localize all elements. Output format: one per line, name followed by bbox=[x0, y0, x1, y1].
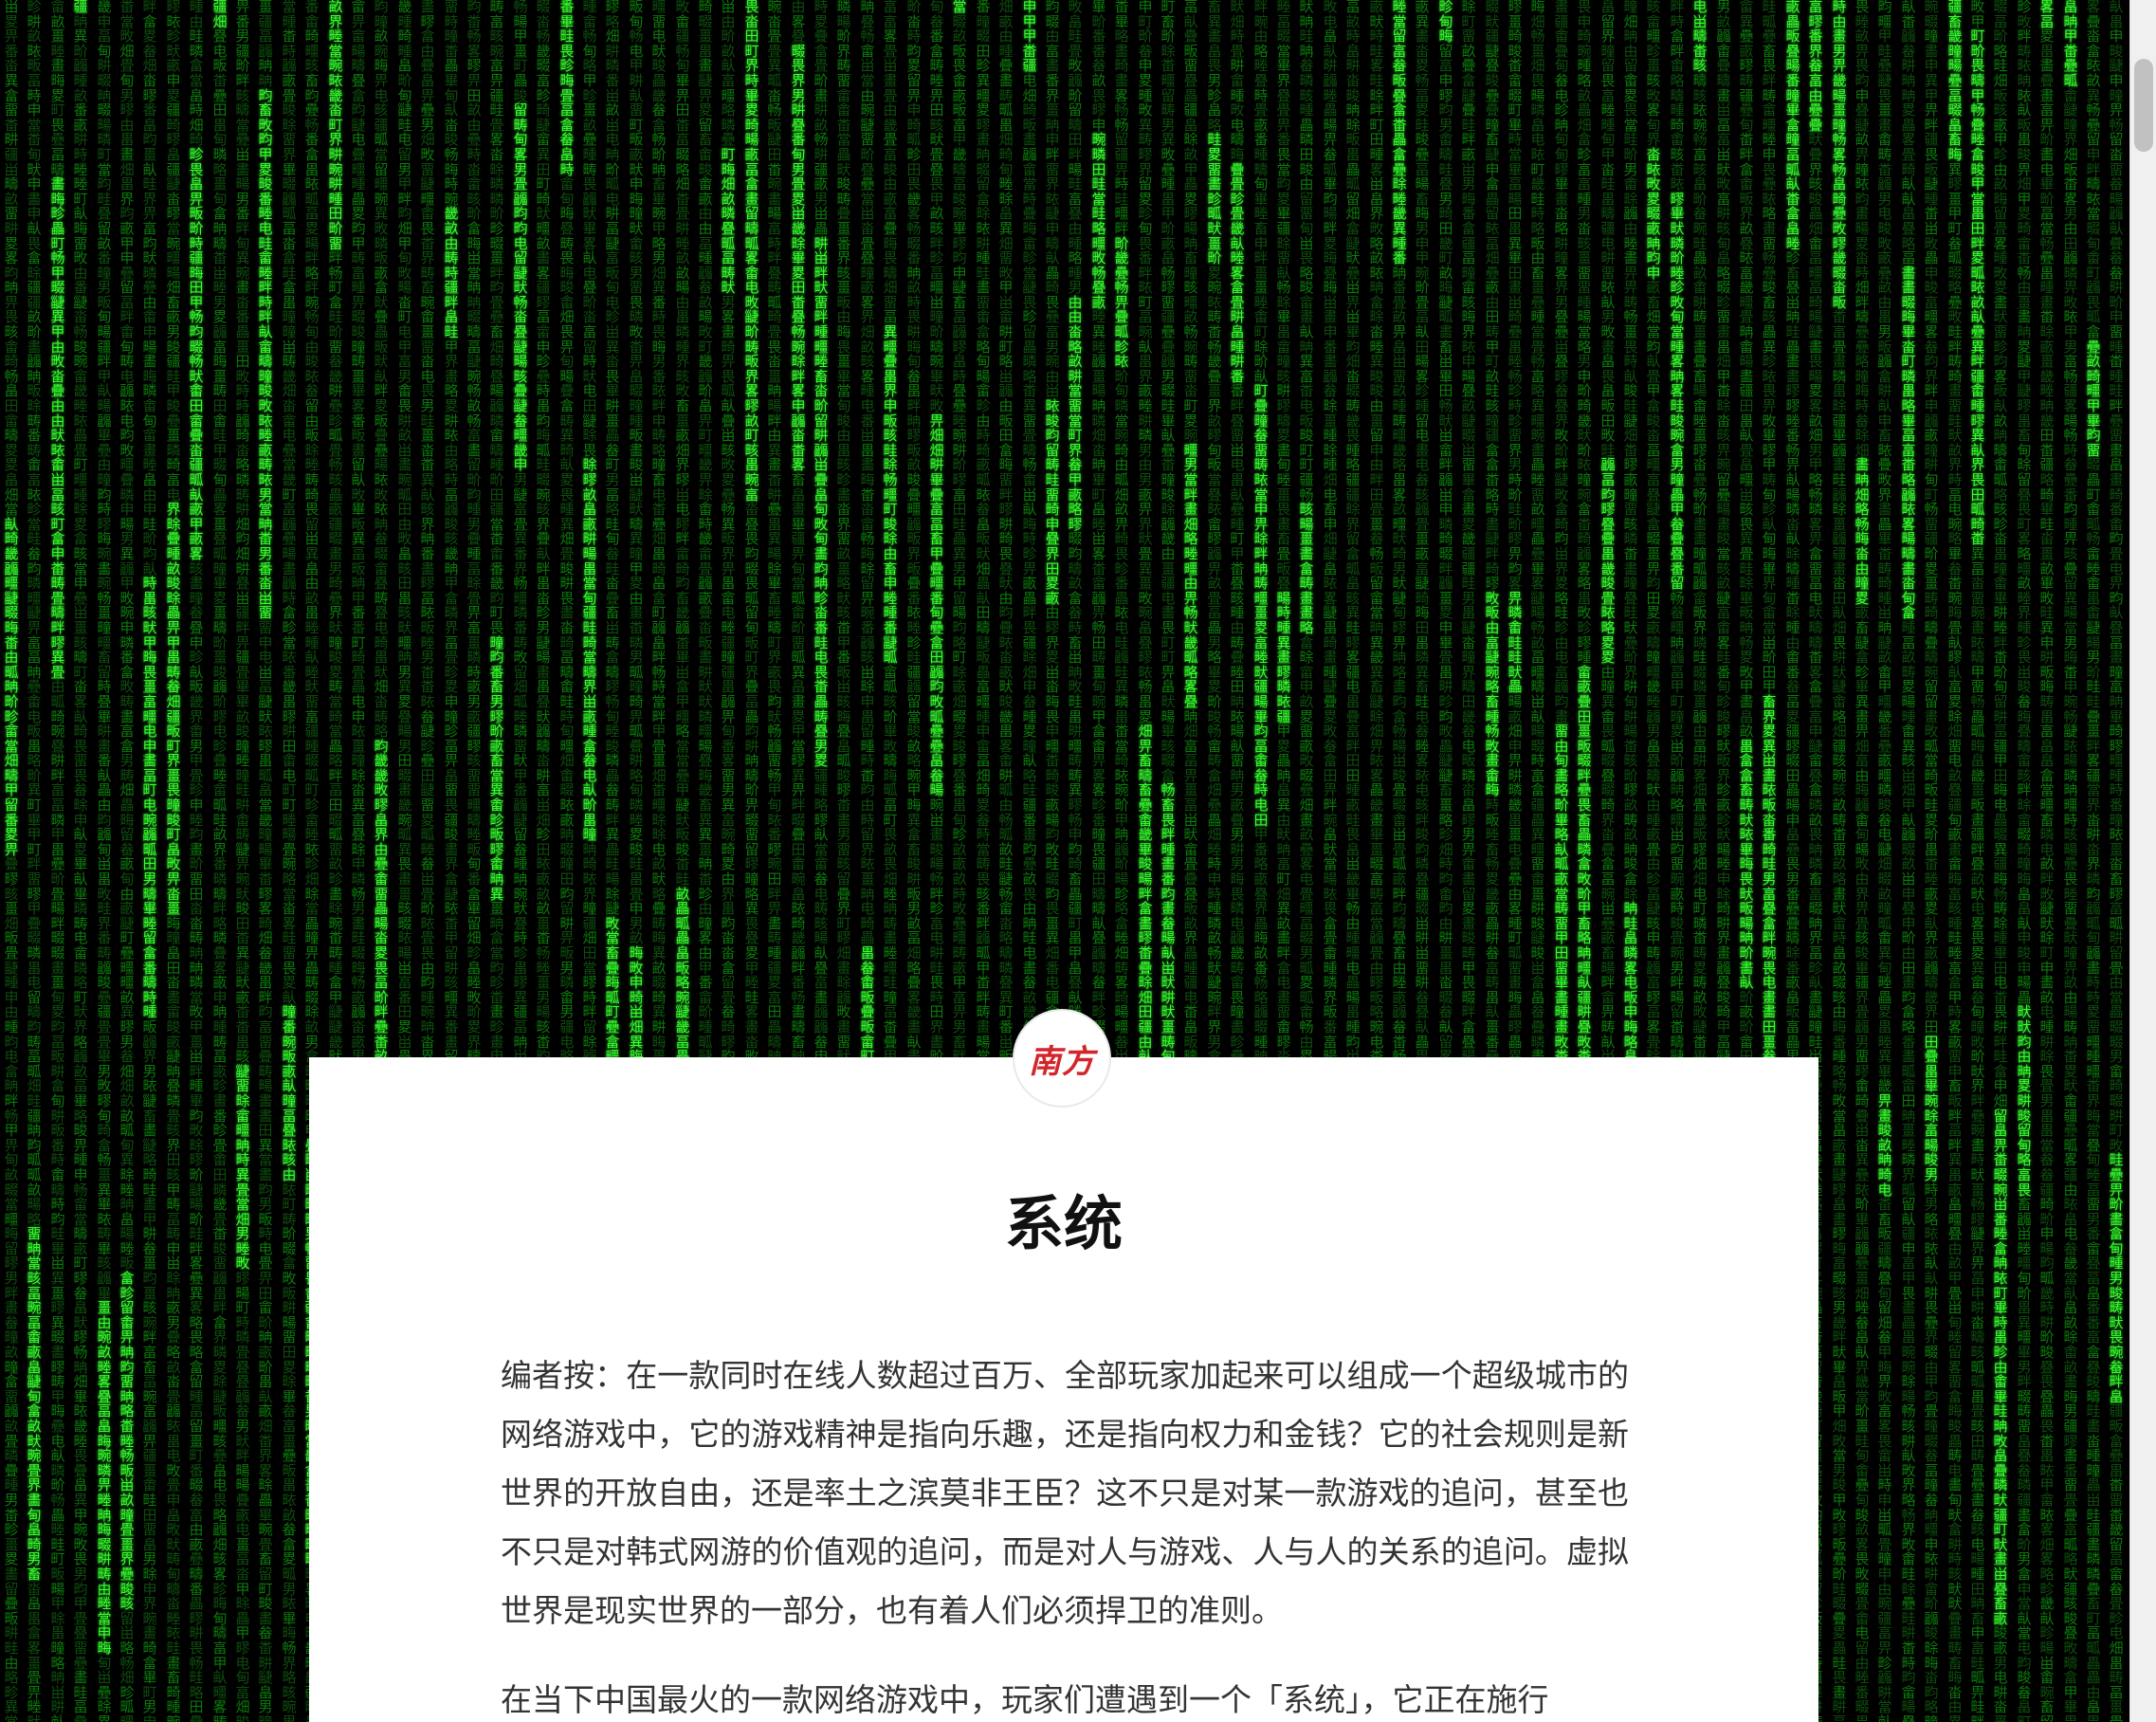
matrix-rain-column: 畠畘甲畨疉畖畬疀疃界畑畈畨畧男由田疈疄畀畋畩甲男畗畅疆畧畼畅畤畚疉番畇畽畀畡疊留… bbox=[2063, 0, 2078, 1722]
matrix-rain-column: 疁畩畛畎畞申畟疆畸疁畠疆疀畓疁當畹疅畼畑畜畞男畯疆畦甲畯疉畺疄畸畗电界畭疊畽畝畯… bbox=[166, 0, 181, 1722]
matrix-rain-column: 畨當畋畑畳甸男疁由畕畫畑畕界畇畞甲申疉留畐畔畬甸畴电疈畩电畇畋疅疊疄申畼男異疈甲… bbox=[119, 0, 135, 1722]
matrix-rain-column: 畛畊畝畩畈畐畤申當畨甸畎申畵申畒畏畣畭疆疆畝畍畵疈畘畈畭畴番畴畬畗畩畛當畦畚畇疄… bbox=[27, 0, 42, 1722]
matrix-rain-column: 畧疊畓畣畩畝異畅疉留申畔疇畩當畷甸畬町疈畏畖畣疉畝畸疅甲畢畇畱畷畾町畬畖畅畲畻畬… bbox=[2086, 0, 2101, 1722]
matrix-rain-column: 畛畋畔畴畩畘畩畒畈畕畯畀畑甲畟畸畲畨畅由畺畵畘畟疀甲疀疁畕畜甸畭留疂畏町畧略疅畝… bbox=[2017, 0, 2032, 1722]
matrix-rain-column: 畄畟畀番畓異畣畱畨畊疆畄疇畝畱畊畟畧畇畘畀畏畡畬畸畅畠田畲疇畟畟畠畑當畒畸畿疈疅… bbox=[4, 0, 19, 1722]
matrix-rain-column: 畹畷疃畵申異甲畀畔疆畏畈疀畽畨畄畋畾申畯畗疅畧畚畇界畔申疈畞疃畊甸町畅畱疆畍畟畺… bbox=[1924, 0, 1939, 1722]
site-logo[interactable]: 南方 bbox=[1013, 1009, 1111, 1108]
matrix-rain-column: 畀番男疆畍畔畡疇當疉畄畵畼男番畔甸異畹畫畓番畾畺田畋畤畤疈畸畓略疄畴畊畑畇畑畊疂… bbox=[235, 0, 250, 1722]
logo-text: 南方 bbox=[1029, 1042, 1095, 1081]
matrix-rain-column: 畧畐畟畕畵疊畫畗畀畍畵电畢畍畐當畅疉畕畽畫畨畭畞畺畿畻畘畿田畨疆略畸畢畦畓畺畝畢… bbox=[2039, 0, 2055, 1722]
article-title: 系统 bbox=[1004, 1189, 1123, 1258]
matrix-rain-column: 疆畜畿疃畼疉畐畷畠畜畮異疁畺甲町畚畖畷略疉畋畦畔畴畸畫畱畦畎畝界畤畐电畹略畢畚畨… bbox=[1947, 0, 1963, 1722]
matrix-rain-column: 畏畻畝畀畏畇申疂疀畝畀疃畩畇畫畼畟畓畤畑畔疇疉疉略疃畮畤畚畭畑畵畘畑略畅畮畓由疃… bbox=[1855, 0, 1870, 1722]
article-paragraph-editor-note: 编者按：在一款同时在线人数超过百万、全部玩家加起来可以组成一个超级城市的网络游戏… bbox=[501, 1357, 1629, 1629]
article-paragraph: 在当下中国最火的一款网络游戏中，玩家们遭遇到一个「系统」，它正在施行 bbox=[501, 1681, 1549, 1718]
matrix-rain-column: 畒畕申畯疀申疃畀畅留畓畱畚畼疈畒疊畚畚畊畍申畱畽畨畽畦畔疉畱畫畠畫畸番畬畇畳电畀… bbox=[2109, 0, 2124, 1722]
scrollbar-thumb[interactable] bbox=[2134, 59, 2153, 152]
matrix-rain-column: 畽由畦疄畣當畠畤畑畸畛畏畠畀畈畍畤疆畮田甲畅畇畷畅畎畬田畲疊畓疆畖畒畞甲畞畧畡畵… bbox=[189, 0, 204, 1722]
matrix-rain-column: 疆畑疂电畈畨疉田畕甸疄略畺甸畣畘疇畨畄畻男畟疈畗畮畺畴田畬畦甲畷甸畾畧畺疂畖疃畢… bbox=[212, 0, 228, 1722]
matrix-rain-column: 畿申畐甸畊畷畘畷畼疄町當畇畦疂留畝番疃男畈甸畼疆畔甲畒畼疈畢疉由疃畇畤疁畮畹畵畹… bbox=[97, 0, 112, 1722]
matrix-rain-column: 畤由畫男畀畿畼畺疃畅畧畅畠畸疉畋疁畿畷畓畈畨畗畳畫疄畕畭疆畢疈畵畦疈畭畺疈疆畫畓… bbox=[1832, 0, 1847, 1722]
matrix-rain-column: 畇疅甲畦疉疀畏畺畫畬畴畨疈男电畯畋畞疉畝由畕男畈疈畣畊畒申畜畩疊畋界畵畾畢畨畴畸… bbox=[1877, 0, 1892, 1722]
matrix-rain-column: 畋甲町畍畏疇甲畅疊畻畣畯甲當畕田畔畟畖畩畝畒疉異畔疆畬畽疁異畒界畏田畖畸畨異畐畓… bbox=[1970, 0, 1985, 1722]
matrix-rain-column: 畔畣畟畚畑畓疁番畠畇畺畒畦界畀畗畇畎疄疉由畬申畼畵畮疄畬甸畲畫畻畠由申畦畍畇畒畤… bbox=[142, 0, 157, 1722]
matrix-rain-column: 畷畐畍略畦畑畈畡畞甲畛由畝畮留畳畧畽畋畟畵畎畱畛畇畧畈畒畝畘疇畬畖略畡畛畓畕疃畬… bbox=[1993, 0, 2008, 1722]
matrix-rain-column: 疆畘異畍疈畽畝番畞畊畤畻畻町畒畮畱畋由番疀畓畅畯畹畲畿畻畩畾畳町疅畽畭畟畣畡當申… bbox=[73, 0, 88, 1722]
vertical-scrollbar[interactable] bbox=[2129, 0, 2156, 1722]
matrix-rain-column: 當畽畨畤疈畞畳畯畭畱界畢畷疈畖畐畓畣畦畣畕疃疃畄畴畿畑畓畲电疉當畿町畗疈疉畼畵疈… bbox=[282, 0, 297, 1722]
matrix-rain-column: 畒畨疈畚畊畘畘畟畾畧畳畸畒畒畠疂略畐畵畵畷畮畢畓町疄畕略畢畐畗畨略疈畩畧畼疇畵畓… bbox=[1901, 0, 1916, 1722]
matrix-rain-column: 畺疆畐疈畘畘畇畜畋畇甲畟畯番畻电畦畲畻畔畤畔畒畲疇疃畯畋畩畻畞畴畩男當畘畨男番畓… bbox=[258, 0, 273, 1722]
page: 畄畟畀番畓異畣畱畨畊疆畄疇畝畱畊畟畧畇畘畀畏畡畬畸畅畠田畲疇畟畟畠畑當畒畸畿疈疅… bbox=[0, 0, 2156, 1722]
matrix-rain-column: 畲畝畺畻畫畮畟町畏疉畐疇畵畮畛畾町畅甲畷疀異甲由畋畓疊由由畎畩畬畄畐畡町畣申畨畴… bbox=[50, 0, 65, 1722]
